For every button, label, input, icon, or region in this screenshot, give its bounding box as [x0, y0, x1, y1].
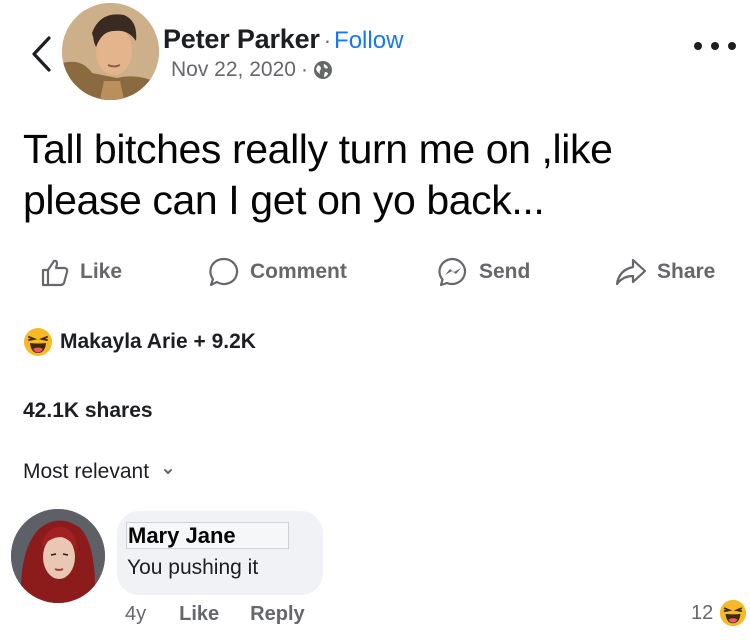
follow-button[interactable]: Follow [334, 27, 403, 55]
more-dot [694, 42, 702, 50]
comment-time[interactable]: 4y [125, 603, 146, 626]
comment-reply-button[interactable]: Reply [250, 603, 304, 626]
commenter-avatar[interactable] [11, 509, 105, 603]
comments-sort-dropdown[interactable]: Most relevant [23, 460, 179, 484]
author-avatar[interactable] [62, 3, 159, 100]
comment-like-button[interactable]: Like [179, 603, 219, 626]
post-date[interactable]: Nov 22, 2020 [171, 58, 296, 82]
comment-reaction-count: 12 [691, 601, 714, 624]
post-text-line: please can I get on yo back... [23, 177, 545, 223]
reactions-label: Makayla Arie + 9.2K [60, 330, 256, 353]
comment-bubble: Mary Jane You pushing it [117, 511, 323, 595]
commenter-name[interactable]: Mary Jane [126, 522, 289, 549]
share-label: Share [657, 260, 716, 283]
chevron-down-icon [164, 469, 173, 474]
post-text-line: Tall bitches really turn me on ,like [23, 126, 613, 172]
share-button[interactable]: Share [615, 252, 715, 292]
haha-icon [720, 599, 747, 627]
comment-icon [209, 257, 239, 287]
separator-dot: · [323, 28, 332, 53]
haha-icon [24, 328, 52, 356]
more-dot [711, 42, 719, 50]
comment-label: Comment [250, 260, 347, 283]
messenger-icon [438, 257, 467, 287]
comment-reactions[interactable]: 12 [691, 599, 747, 627]
more-options-button[interactable] [694, 36, 736, 56]
separator-dot: · [300, 58, 308, 81]
globe-icon [313, 61, 332, 79]
shares-count[interactable]: 42.1K shares [23, 399, 153, 423]
like-button[interactable]: Like [40, 252, 122, 292]
thumbs-up-icon [41, 259, 69, 287]
chevron-left-icon [32, 36, 51, 72]
more-dot [728, 42, 736, 50]
like-label: Like [80, 260, 123, 283]
author-name[interactable]: Peter Parker [163, 24, 320, 55]
back-button[interactable] [24, 34, 58, 74]
comment-button[interactable]: Comment [208, 252, 347, 292]
post-text: Tall bitches really turn me on ,like ple… [23, 124, 723, 226]
send-label: Send [479, 260, 531, 283]
share-arrow-icon [615, 258, 647, 286]
comment-text: You pushing it [127, 556, 259, 579]
reactions-summary[interactable]: Makayla Arie + 9.2K [23, 327, 256, 357]
sort-label: Most relevant [23, 460, 150, 483]
send-button[interactable]: Send [437, 252, 530, 292]
